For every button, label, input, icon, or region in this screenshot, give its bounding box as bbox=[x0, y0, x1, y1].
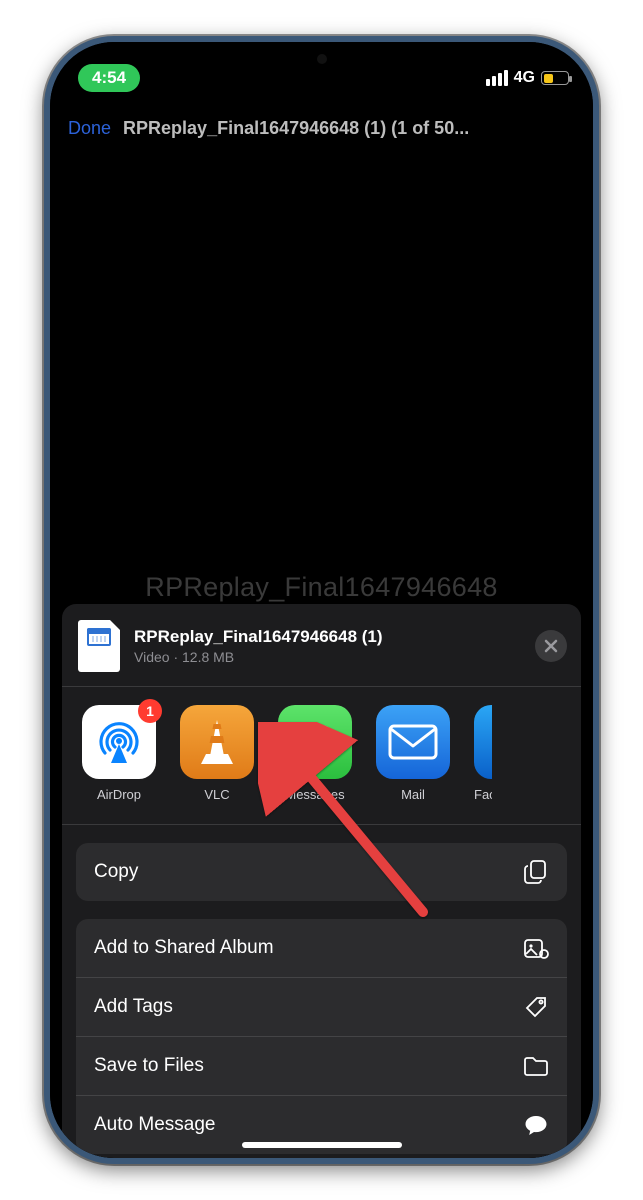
app-label: VLC bbox=[180, 787, 254, 802]
app-label: Fac bbox=[474, 787, 492, 802]
share-app-airdrop[interactable]: 1 AirDrop bbox=[82, 705, 156, 802]
folder-icon bbox=[523, 1053, 549, 1079]
file-meta: RPReplay_Final1647946648 (1) Video · 12.… bbox=[134, 627, 521, 665]
share-header: RPReplay_Final1647946648 (1) Video · 12.… bbox=[62, 604, 581, 687]
iphone-frame: 4:54 4G Done RPReplay_Final1647946648 (1… bbox=[44, 36, 599, 1164]
share-subtitle: Video · 12.8 MB bbox=[134, 649, 521, 665]
action-label: Add to Shared Album bbox=[94, 937, 274, 959]
share-sheet[interactable]: RPReplay_Final1647946648 (1) Video · 12.… bbox=[62, 604, 581, 1158]
action-group-secondary: Add to Shared Album Add Tags bbox=[76, 919, 567, 1154]
status-indicators: 4G bbox=[486, 69, 569, 87]
action-label: Add Tags bbox=[94, 996, 173, 1018]
action-shared-album[interactable]: Add to Shared Album bbox=[76, 919, 567, 977]
close-button[interactable] bbox=[535, 630, 567, 662]
home-indicator[interactable] bbox=[242, 1142, 402, 1148]
action-label: Copy bbox=[94, 861, 138, 883]
message-icon bbox=[523, 1112, 549, 1138]
network-label: 4G bbox=[514, 69, 535, 87]
screen: 4:54 4G Done RPReplay_Final1647946648 (1… bbox=[50, 42, 593, 1158]
action-label: Save to Files bbox=[94, 1055, 204, 1077]
action-add-tags[interactable]: Add Tags bbox=[76, 977, 567, 1036]
vlc-icon bbox=[180, 705, 254, 779]
airdrop-badge: 1 bbox=[138, 699, 162, 723]
app-label: AirDrop bbox=[82, 787, 156, 802]
action-copy[interactable]: Copy bbox=[76, 843, 567, 901]
messages-icon bbox=[278, 705, 352, 779]
background-filename: RPReplay_Final1647946648 bbox=[50, 572, 593, 603]
share-actions: Copy Add to Shared Album bbox=[62, 825, 581, 1154]
share-filename: RPReplay_Final1647946648 (1) bbox=[134, 627, 521, 647]
share-app-vlc[interactable]: VLC bbox=[180, 705, 254, 802]
done-button[interactable]: Done bbox=[68, 118, 111, 139]
cellular-signal-icon bbox=[486, 70, 508, 86]
notch bbox=[232, 42, 412, 76]
app-label: Mail bbox=[376, 787, 450, 802]
shared-album-icon bbox=[523, 935, 549, 961]
extra-app-icon bbox=[474, 705, 492, 779]
action-save-files[interactable]: Save to Files bbox=[76, 1036, 567, 1095]
nav-title: RPReplay_Final1647946648 (1) (1 of 50... bbox=[123, 118, 469, 139]
share-app-messages[interactable]: Messages bbox=[278, 705, 352, 802]
airdrop-icon: 1 bbox=[82, 705, 156, 779]
mail-icon bbox=[376, 705, 450, 779]
share-apps-row[interactable]: 1 AirDrop bbox=[62, 687, 581, 825]
share-app-mail[interactable]: Mail bbox=[376, 705, 450, 802]
app-label: Messages bbox=[278, 787, 352, 802]
battery-icon bbox=[541, 71, 569, 85]
nav-bar: Done RPReplay_Final1647946648 (1) (1 of … bbox=[50, 104, 593, 152]
close-icon bbox=[544, 639, 558, 653]
tag-icon bbox=[523, 994, 549, 1020]
status-time-pill[interactable]: 4:54 bbox=[78, 64, 140, 92]
share-app-more[interactable]: Fac bbox=[474, 705, 492, 802]
copy-icon bbox=[523, 859, 549, 885]
action-label: Auto Message bbox=[94, 1114, 215, 1136]
file-thumbnail-icon bbox=[78, 620, 120, 672]
action-group-primary: Copy bbox=[76, 843, 567, 901]
